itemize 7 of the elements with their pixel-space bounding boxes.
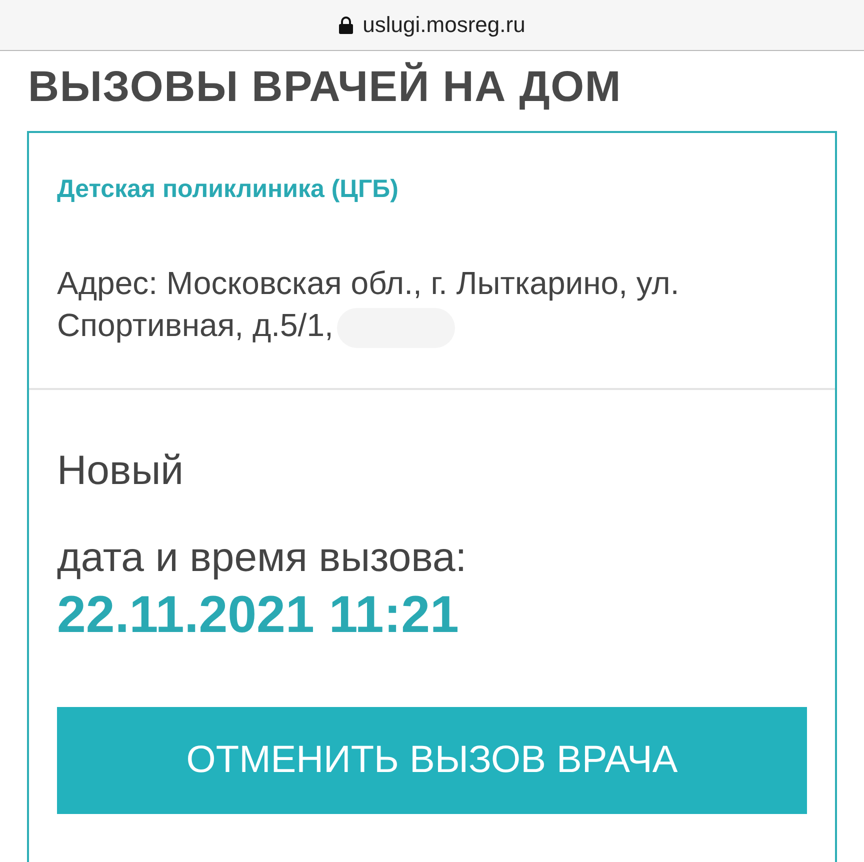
datetime-label: дата и время вызова:: [57, 534, 468, 579]
page-title: ВЫЗОВЫ ВРАЧЕЙ НА ДОМ: [28, 63, 622, 111]
clinic-name: Детская поликлиника (ЦГБ): [57, 175, 400, 203]
datetime-value: 22.11.2021 11:21: [57, 586, 460, 643]
url-text[interactable]: uslugi.mosreg.ru: [362, 14, 526, 36]
status-text: Новый: [57, 448, 185, 492]
address-text: Адрес: Московская обл., г. Лыткарино, ул. Спортивная, д.5/1,: [57, 265, 680, 343]
